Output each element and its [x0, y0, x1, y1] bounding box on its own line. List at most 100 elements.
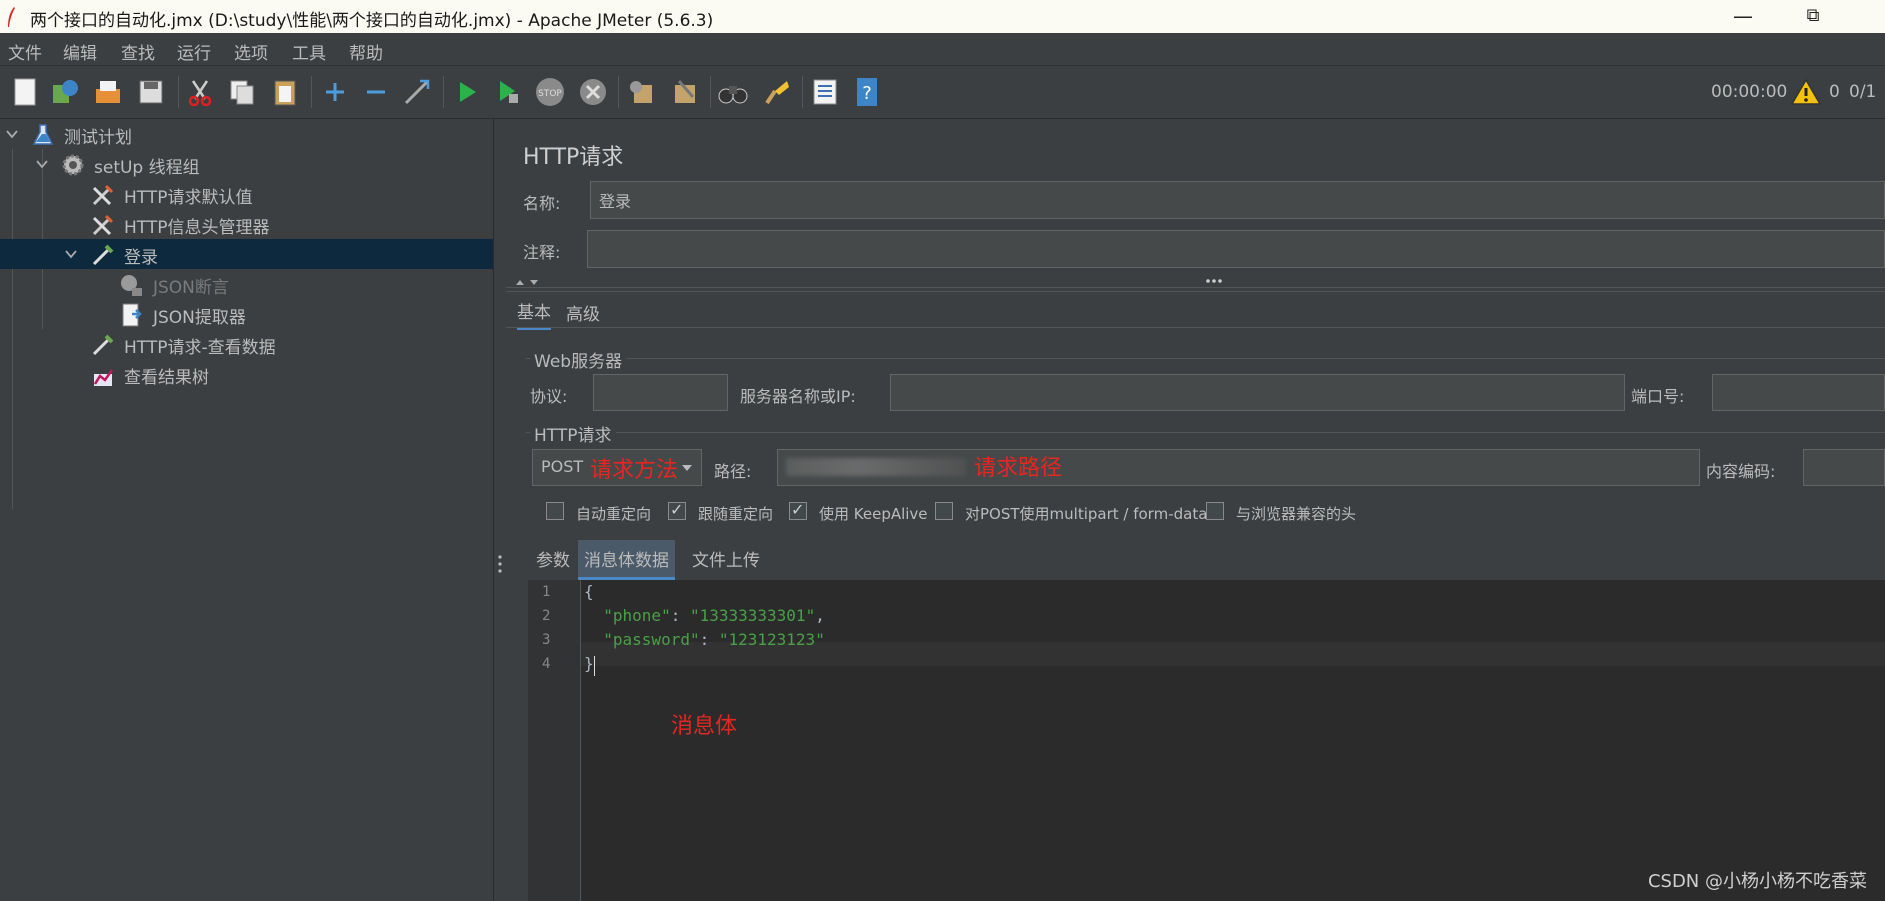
toolbar-separator — [443, 76, 444, 108]
chevron-down-icon[interactable] — [35, 157, 49, 171]
follow-redirect-checkbox[interactable] — [668, 500, 686, 520]
code-line-3: "password": "123123123" — [584, 630, 825, 649]
json-key: "phone" — [603, 606, 671, 625]
comment-input[interactable] — [587, 230, 1885, 268]
collapse-arrows-icon[interactable] — [514, 277, 542, 287]
jmeter-feather-icon — [8, 7, 15, 27]
cut-icon[interactable] — [183, 75, 217, 109]
menu-search[interactable]: 查找 — [121, 39, 155, 64]
test-plan-flask-icon — [32, 124, 54, 145]
menu-run[interactable]: 运行 — [177, 39, 211, 64]
menu-bar: 文件 编辑 查找 运行 选项 工具 帮助 — [0, 33, 1885, 66]
redacted-path — [786, 458, 966, 476]
help-icon[interactable]: ? — [850, 75, 884, 109]
tree-item-json-extractor[interactable]: JSON提取器 — [0, 299, 493, 329]
annotation-method: 请求方法 — [590, 458, 679, 483]
menu-tools[interactable]: 工具 — [292, 39, 326, 64]
toolbar-separator — [802, 76, 803, 108]
window-title: 两个接口的自动化.jmx (D:\study\性能\两个接口的自动化.jmx) … — [30, 11, 714, 31]
tree-item-json-assertion[interactable]: JSON断言 — [0, 269, 493, 299]
line-number: 2 — [542, 608, 551, 624]
extractor-document-icon — [122, 303, 142, 327]
paste-icon[interactable] — [268, 75, 302, 109]
clear-icon[interactable] — [624, 75, 658, 109]
tree-item-setup-thread-group[interactable]: setUp 线程组 — [0, 149, 493, 179]
tree-item-label: 查看结果树 — [124, 368, 209, 388]
web-server-group-title: Web服务器 — [530, 347, 627, 372]
tree-item-label: HTTP请求默认值 — [124, 188, 253, 208]
search-binoculars-icon[interactable] — [716, 75, 750, 109]
body-data-editor[interactable]: 1 2 3 4 { "phone": "13333333301", "passw… — [528, 580, 1885, 901]
menu-file[interactable]: 文件 — [8, 39, 42, 64]
tab-advanced[interactable]: 高级 — [566, 300, 600, 325]
new-icon[interactable] — [8, 75, 42, 109]
method-value: POST — [541, 457, 584, 476]
toolbar-separator — [311, 76, 312, 108]
tree-item-results-tree[interactable]: 查看结果树 — [0, 359, 493, 389]
server-input[interactable] — [890, 374, 1625, 411]
expand-icon[interactable] — [318, 75, 352, 109]
start-no-pauses-icon[interactable] — [492, 75, 526, 109]
name-input[interactable]: 登录 — [590, 181, 1885, 219]
divider — [506, 291, 1885, 292]
tree-item-test-plan[interactable]: 测试计划 — [0, 119, 493, 149]
browser-headers-checkbox[interactable] — [1206, 502, 1224, 520]
shutdown-icon[interactable] — [576, 75, 610, 109]
open-icon[interactable] — [91, 75, 125, 109]
function-helper-icon[interactable] — [808, 75, 842, 109]
save-icon[interactable] — [134, 75, 168, 109]
multipart-label: 对POST使用multipart / form-data — [965, 505, 1208, 523]
svg-text:STOP: STOP — [538, 89, 562, 99]
warning-icon[interactable] — [1790, 78, 1822, 110]
reset-search-broom-icon[interactable] — [759, 75, 793, 109]
templates-icon[interactable] — [48, 75, 82, 109]
group-border — [526, 358, 1885, 359]
tab-files-upload[interactable]: 文件上传 — [686, 540, 766, 577]
copy-icon[interactable] — [225, 75, 259, 109]
elapsed-timer: 00:00:00 — [1711, 82, 1788, 102]
clear-all-icon[interactable] — [667, 75, 701, 109]
chevron-down-icon[interactable] — [5, 127, 19, 141]
menu-options[interactable]: 选项 — [234, 39, 268, 64]
tab-parameters[interactable]: 参数 — [530, 540, 576, 577]
start-icon[interactable] — [450, 75, 484, 109]
keepalive-checkbox[interactable] — [789, 500, 807, 520]
minimize-button[interactable]: — — [1713, 2, 1773, 30]
chevron-down-icon[interactable] — [64, 247, 78, 261]
title-bar: 两个接口的自动化.jmx (D:\study\性能\两个接口的自动化.jmx) … — [0, 0, 1885, 33]
server-label: 服务器名称或IP: — [740, 387, 856, 406]
json-separator: : — [699, 630, 719, 649]
tab-body-data[interactable]: 消息体数据 — [578, 540, 675, 580]
group-border — [526, 432, 1885, 433]
name-label: 名称: — [523, 194, 561, 213]
port-input[interactable] — [1712, 374, 1885, 411]
tree-item-header-manager[interactable]: HTTP信息头管理器 — [0, 209, 493, 239]
text-cursor — [594, 656, 595, 676]
code-line-2: "phone": "13333333301", — [584, 606, 825, 625]
collapse-icon[interactable] — [359, 75, 393, 109]
restore-button[interactable]: ⧉ — [1783, 2, 1843, 30]
sampler-pipette-icon — [92, 334, 114, 356]
http-request-panel: HTTP请求 名称: 登录 注释: 基本 高级 Web服务器 协议: 服务器名称… — [506, 119, 1885, 901]
multipart-checkbox[interactable] — [935, 502, 953, 520]
toolbar-separator — [178, 76, 179, 108]
http-request-group-title: HTTP请求 — [530, 421, 616, 446]
drag-dots-icon[interactable] — [1204, 278, 1224, 284]
content-encoding-input[interactable] — [1803, 449, 1885, 486]
wrench-icon — [92, 184, 114, 206]
listener-graph-icon — [93, 369, 114, 386]
browser-headers-label: 与浏览器兼容的头 — [1236, 505, 1357, 523]
tree-item-login[interactable]: 登录 — [0, 239, 493, 269]
stop-icon[interactable]: STOP — [533, 75, 567, 109]
toolbar-separator — [618, 76, 619, 108]
menu-edit[interactable]: 编辑 — [63, 39, 97, 64]
toggle-icon[interactable] — [400, 75, 434, 109]
tree-item-http-defaults[interactable]: HTTP请求默认值 — [0, 179, 493, 209]
protocol-input[interactable] — [593, 374, 728, 411]
tab-basic[interactable]: 基本 — [517, 298, 551, 330]
tree-splitter[interactable] — [493, 119, 507, 901]
tree-item-http-view-data[interactable]: HTTP请求-查看数据 — [0, 329, 493, 359]
auto-redirect-checkbox[interactable] — [546, 502, 564, 520]
content-encoding-label: 内容编码: — [1706, 462, 1776, 481]
menu-help[interactable]: 帮助 — [349, 39, 383, 64]
